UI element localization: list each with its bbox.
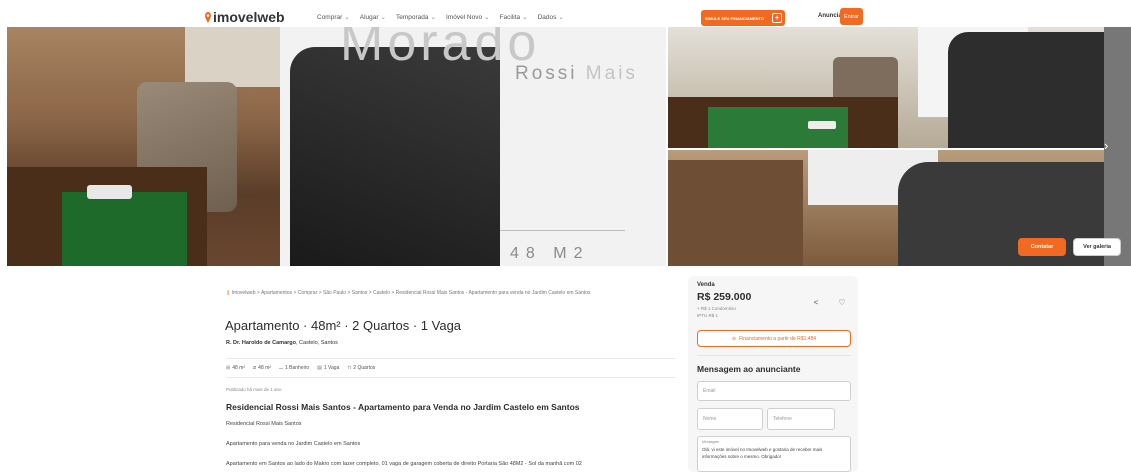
feature-bed: ⊓ 2 Quartos <box>347 365 376 371</box>
breadcrumb-separator: > <box>318 290 322 296</box>
bed-icon: ⊓ <box>347 365 352 371</box>
menu-item-imovel-novo[interactable]: Imóvel Novo ⌄ <box>446 13 490 21</box>
breadcrumb-pin-icon: ❙ <box>226 290 231 296</box>
feature-car: ▤ 1 Vaga <box>317 365 340 371</box>
nome-field[interactable]: Nome <box>697 408 763 430</box>
main-menu: Comprar ⌄ Alugar ⌄ Temporada ⌄ Imóvel Novo ⌄… <box>317 13 564 21</box>
next-photo-arrow-icon[interactable]: › <box>1104 138 1108 153</box>
feature-area-total: ⊞ 48 m² <box>226 365 245 371</box>
divider <box>697 355 851 356</box>
message-label: Mensagem <box>702 440 720 444</box>
car-icon: ▤ <box>317 365 322 371</box>
address-street: R. Dr. Haroldo de Camargo <box>226 340 296 346</box>
feature-area-useful: ⧄ 48 m² <box>252 365 271 371</box>
email-field[interactable]: Email <box>697 381 851 401</box>
photo-shape <box>290 47 500 266</box>
bath-icon: ⌴ <box>278 365 283 371</box>
watermark-line <box>500 230 625 231</box>
menu-item-dados[interactable]: Dados ⌄ <box>538 13 564 21</box>
photo-top-right[interactable] <box>668 27 1104 148</box>
imovelweb-logo[interactable]: imovelweb <box>205 9 285 25</box>
logo-text: imovelweb <box>213 9 285 25</box>
photo-logo[interactable]: Morado Rossi Mais 48 M2 <box>280 27 666 266</box>
description-heading: Residencial Rossi Mais Santos - Apartame… <box>226 402 580 412</box>
listing-title: Apartamento · 48m² · 2 Quartos · 1 Vaga <box>225 318 462 333</box>
breadcrumb-separator: > <box>293 290 297 296</box>
message-title: Mensagem ao anunciante <box>697 364 801 374</box>
menu-item-comprar[interactable]: Comprar ⌄ <box>317 13 350 21</box>
menu-item-alugar[interactable]: Alugar ⌄ <box>360 13 386 21</box>
share-icon[interactable]: < <box>809 295 823 309</box>
breadcrumb-separator: > <box>391 290 395 296</box>
watermark-rossi: Rossi Mais <box>515 63 638 84</box>
calculator-icon: ⊖ <box>731 335 737 342</box>
features-row: ⊞ 48 m² ⧄ 48 m² ⌴ 1 Banheiro ▤ 1 Vaga ⊓ 2 Qua… <box>226 358 676 378</box>
chevron-down-icon: ⌄ <box>344 14 350 21</box>
heart-icon[interactable]: ♡ <box>835 295 849 309</box>
watermark-big: Morado <box>340 27 541 72</box>
condominio-value: + R$ 1 Condomínio <box>697 306 736 311</box>
photo-shape <box>62 192 187 266</box>
simule-financiamento-button[interactable]: SIMULE SEU FINANCIAMENTO + <box>701 10 785 26</box>
breadcrumb-separator: > <box>347 290 351 296</box>
chevron-down-icon: ⌄ <box>380 14 386 21</box>
breadcrumb-separator: > <box>368 290 372 296</box>
photo-shape <box>87 185 132 199</box>
message-text: Olá, vi este imóvel no Imovelweb e gosta… <box>702 447 823 459</box>
financiamento-label: Financiamento a partir de R$1.484 <box>739 335 817 342</box>
area-useful-icon: ⧄ <box>252 365 257 371</box>
breadcrumb-item[interactable]: Santos <box>352 290 368 296</box>
published-date: Publicado há mais de 1 ano <box>226 387 282 392</box>
logo-pin-icon <box>205 11 211 23</box>
photo-shape <box>948 32 1104 148</box>
breadcrumb-item[interactable]: Imovelweb <box>232 290 256 296</box>
photo-shape <box>808 121 836 129</box>
financiamento-button[interactable]: ⊖ Financiamento a partir de R$1.484 <box>697 330 851 347</box>
telefone-field[interactable]: Telefone <box>767 408 835 430</box>
iptu-value: IPTU R$ 1 <box>697 313 719 318</box>
address-area: , Castelo, Santos <box>296 340 338 346</box>
chevron-down-icon: ⌄ <box>430 14 436 21</box>
menu-item-temporada[interactable]: Temporada ⌄ <box>396 13 436 21</box>
message-textarea[interactable]: Mensagem Olá, vi este imóvel no Imovelwe… <box>697 436 851 472</box>
description-line: Residencial Rossi Mais Santos <box>226 421 302 427</box>
listing-address: R. Dr. Haroldo de Camargo, Castelo, Sant… <box>226 340 338 346</box>
watermark-area: 48 M2 <box>510 245 590 262</box>
chevron-down-icon: ⌄ <box>558 14 564 21</box>
breadcrumb-item[interactable]: Comprar <box>298 290 317 296</box>
description-line: Apartamento em Santos ao lado do Makro c… <box>226 461 582 467</box>
breadcrumb: ❙ Imovelweb > Apartamentos > Comprar > S… <box>226 289 676 297</box>
simule-label: SIMULE SEU FINANCIAMENTO <box>705 15 765 21</box>
area-total-icon: ⊞ <box>226 365 231 371</box>
photo-gallery: Morado Rossi Mais 48 M2 › Contatar Ver g… <box>0 0 1131 266</box>
menu-item-facilita[interactable]: Facilita ⌄ <box>500 13 528 21</box>
breadcrumb-item[interactable]: Castelo <box>373 290 390 296</box>
chevron-down-icon: ⌄ <box>522 14 528 21</box>
breadcrumb-current: Residencial Rossi Mais Santos - Apartame… <box>395 290 591 296</box>
photo-shape <box>668 160 803 266</box>
description-line: Apartamento para venda no Jardim Castelo… <box>226 441 361 447</box>
breadcrumb-item[interactable]: Apartamentos <box>261 290 292 296</box>
price-value: R$ 259.000 <box>697 291 752 303</box>
entrar-button[interactable]: Entrar <box>840 8 863 25</box>
breadcrumb-separator: > <box>256 290 260 296</box>
ver-galeria-button[interactable]: Ver galeria <box>1073 238 1121 256</box>
operation-type: Venda <box>697 282 715 288</box>
feature-bath: ⌴ 1 Banheiro <box>278 365 310 371</box>
chevron-down-icon: ⌄ <box>484 14 490 21</box>
calculator-icon: + <box>772 13 782 23</box>
breadcrumb-item[interactable]: São Paulo <box>323 290 346 296</box>
contatar-button[interactable]: Contatar <box>1018 238 1066 256</box>
